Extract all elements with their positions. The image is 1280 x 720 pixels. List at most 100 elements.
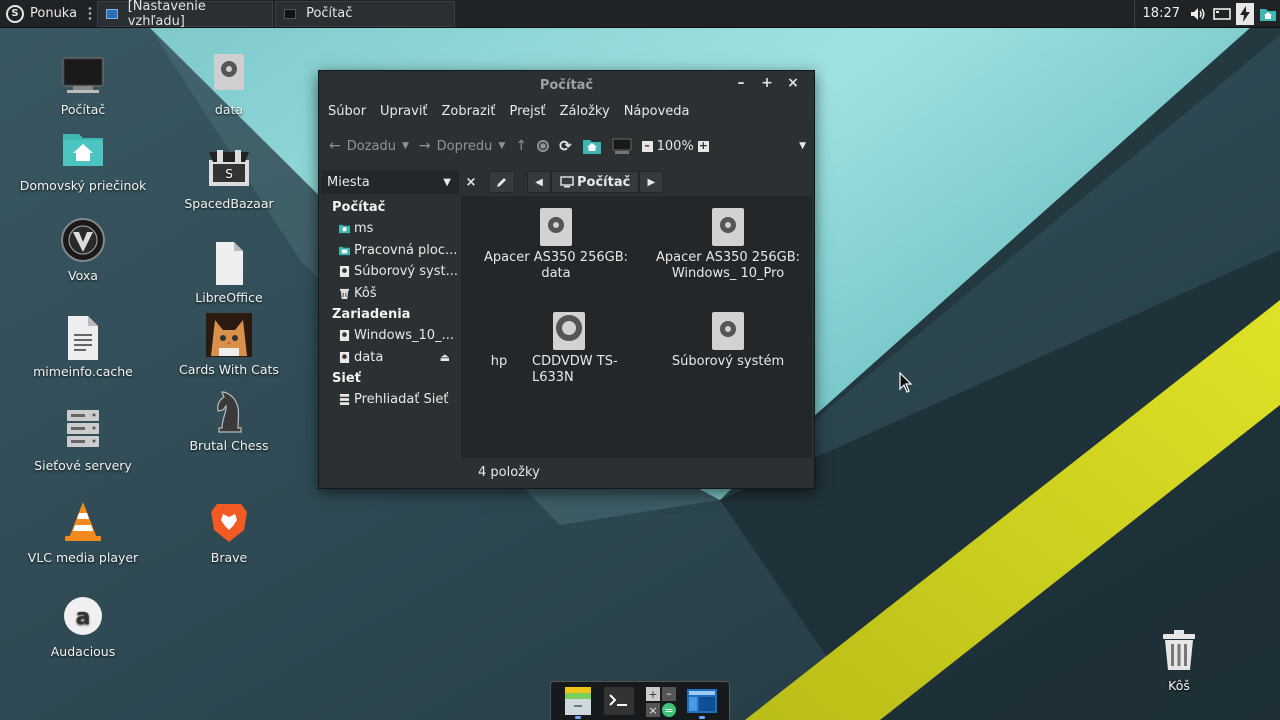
desktop-icon-label: LibreOffice <box>195 290 263 305</box>
file-item-label: Apacer AS350 256GB: data <box>483 250 628 281</box>
computer-button[interactable] <box>612 137 632 155</box>
optical-drive-icon <box>553 312 585 350</box>
svg-text:+: + <box>648 688 657 701</box>
pencil-icon <box>497 178 506 187</box>
dock-item-calculator[interactable]: + – × = <box>644 685 678 717</box>
text-file-icon <box>59 314 107 362</box>
maximize-button[interactable]: + <box>754 75 780 91</box>
sidebar-item-data-drive[interactable]: data ⏏ <box>319 347 458 369</box>
desktop-icon-brave[interactable]: Brave <box>164 500 294 566</box>
places-sidebar: Počítač ms Pracovná ploc... Súborový sys… <box>319 196 458 488</box>
path-scroll-left-button[interactable]: ◀ <box>527 171 551 193</box>
desktop-icon-computer[interactable]: Počítač <box>18 52 148 118</box>
sidebar-item-desktop[interactable]: Pracovná ploc... <box>319 240 458 262</box>
menu-view[interactable]: Zobraziť <box>442 104 496 119</box>
desktop-icon-brutal-chess[interactable]: Brutal Chess <box>164 388 294 454</box>
dock-item-terminal[interactable] <box>602 685 636 717</box>
menu-bookmarks[interactable]: Záložky <box>560 104 610 119</box>
home-folder-icon <box>582 140 601 154</box>
sidebar-item-filesystem[interactable]: Súborový syst... <box>319 261 458 283</box>
file-item-hp[interactable]: hp <box>469 354 529 370</box>
sidebar-item-windows-drive[interactable]: Windows_10_... <box>319 325 458 347</box>
edit-path-button[interactable] <box>489 171 515 193</box>
desktop-icon-mimeinfo[interactable]: mimeinfo.cache <box>18 314 148 380</box>
taskbar-item-label: [Nastavenie vzhľadu] <box>127 0 206 29</box>
up-button[interactable]: ↑ <box>515 138 527 154</box>
zoom-in-button[interactable]: + <box>697 140 709 152</box>
sidebar-item-label: Pracovná ploc... <box>354 242 458 258</box>
application-menu-button[interactable]: S Ponuka <box>0 0 85 28</box>
sidebar-section-computer: Počítač <box>332 200 386 215</box>
file-cabinet-icon <box>564 687 591 715</box>
menu-help[interactable]: Nápoveda <box>624 104 690 119</box>
forward-button[interactable]: → Dopredu ▼ <box>419 138 505 154</box>
desktop-icon-label: SpacedBazaar <box>184 196 274 211</box>
voxa-icon <box>59 218 107 266</box>
path-segment-computer[interactable]: Počítač <box>551 171 640 193</box>
home-button[interactable] <box>582 137 602 155</box>
file-item-label: hp <box>490 354 508 369</box>
volume-icon[interactable] <box>1188 4 1208 24</box>
desktop-icon-cards-with-cats[interactable]: Cards With Cats <box>164 312 294 378</box>
stop-button[interactable] <box>537 140 550 152</box>
drive-icon <box>205 52 253 100</box>
path-scroll-right-button[interactable]: ▶ <box>639 171 664 193</box>
menu-file[interactable]: Súbor <box>328 104 366 119</box>
arrow-left-icon: ← <box>329 138 341 154</box>
minimize-button[interactable]: – <box>728 75 754 91</box>
document-icon <box>205 240 253 288</box>
clock[interactable]: 18:27 <box>1133 0 1186 28</box>
side-pane-selector[interactable]: Miesta ▼ <box>321 170 459 194</box>
taskbar-item-appearance[interactable]: [Nastavenie vzhľadu] <box>97 0 274 29</box>
eject-icon[interactable]: ⏏ <box>440 351 450 364</box>
close-button[interactable]: × <box>780 75 806 91</box>
desktop-icon-spacedbazaar[interactable]: S SpacedBazaar <box>164 146 294 212</box>
dock-item-file-manager[interactable] <box>561 685 595 719</box>
file-manager-window: Počítač – + × Súbor Upraviť Zobraziť Pre… <box>318 70 815 489</box>
file-item-data-partition[interactable]: Apacer AS350 256GB: data <box>481 208 631 282</box>
window-titlebar[interactable]: Počítač – + × <box>319 71 814 99</box>
chevron-down-icon: ▼ <box>443 176 451 188</box>
taskbar-item-label: Počítač <box>306 6 353 21</box>
desktop-icon-trash[interactable]: Kôš <box>1114 628 1244 694</box>
sidebar-item-browse-network[interactable]: Prehliadať Sieť <box>319 389 458 411</box>
toolbar-overflow-button[interactable]: ▼ <box>799 141 806 151</box>
desktop-icon-label: Voxa <box>68 268 98 283</box>
file-item-windows-partition[interactable]: Apacer AS350 256GB: Windows_ 10_Pro <box>653 208 803 282</box>
dock-item-appearance-settings[interactable] <box>685 685 719 719</box>
taskbar-item-computer[interactable]: Počítač <box>275 0 456 27</box>
desktop-icon-home-folder[interactable]: Domovský priečinok <box>18 128 148 194</box>
path-segment-label: Počítač <box>577 174 631 190</box>
zoom-control: – 100% + <box>641 139 709 154</box>
sidebar-item-home[interactable]: ms <box>319 218 458 240</box>
application-menu-label: Ponuka <box>30 6 78 21</box>
reload-button[interactable]: ⟳ <box>559 137 572 155</box>
file-item-cd-drive[interactable]: CDDVDW TS- L633N <box>521 312 631 386</box>
brave-lion-icon <box>205 500 253 548</box>
display-icon[interactable] <box>1212 4 1232 24</box>
window-controls: – + × <box>728 75 806 91</box>
close-side-pane-button[interactable]: × <box>461 175 481 190</box>
file-item-filesystem[interactable]: Súborový systém <box>653 312 803 370</box>
panel-separator <box>87 5 94 22</box>
sidebar-item-trash[interactable]: Kôš <box>319 283 458 305</box>
forward-label: Dopredu <box>436 138 493 154</box>
desktop-icon-audacious[interactable]: a Audacious <box>18 594 148 660</box>
desktop-icon-voxa[interactable]: Voxa <box>18 218 148 284</box>
desktop-folder-icon <box>339 246 350 255</box>
back-button[interactable]: ← Dozadu ▼ <box>329 138 409 154</box>
desktop-icon-network-servers[interactable]: Sieťové servery <box>18 408 148 474</box>
desktop-icon-vlc[interactable]: VLC media player <box>18 500 148 566</box>
svg-text:a: a <box>76 605 91 630</box>
arrow-right-icon: → <box>418 138 431 154</box>
zoom-out-button[interactable]: – <box>641 140 653 152</box>
menu-edit[interactable]: Upraviť <box>380 104 427 119</box>
location-bar: Miesta ▼ × ◀ Počítač ▶ <box>319 169 814 195</box>
home-folder-icon[interactable] <box>1258 4 1278 24</box>
power-icon[interactable] <box>1236 2 1254 25</box>
desktop-icon-libreoffice[interactable]: LibreOffice <box>164 240 294 306</box>
svg-text:×: × <box>648 704 657 717</box>
menu-go[interactable]: Prejsť <box>510 104 546 119</box>
desktop-icon-data[interactable]: data <box>164 52 294 118</box>
solus-logo-icon: S <box>6 4 24 23</box>
